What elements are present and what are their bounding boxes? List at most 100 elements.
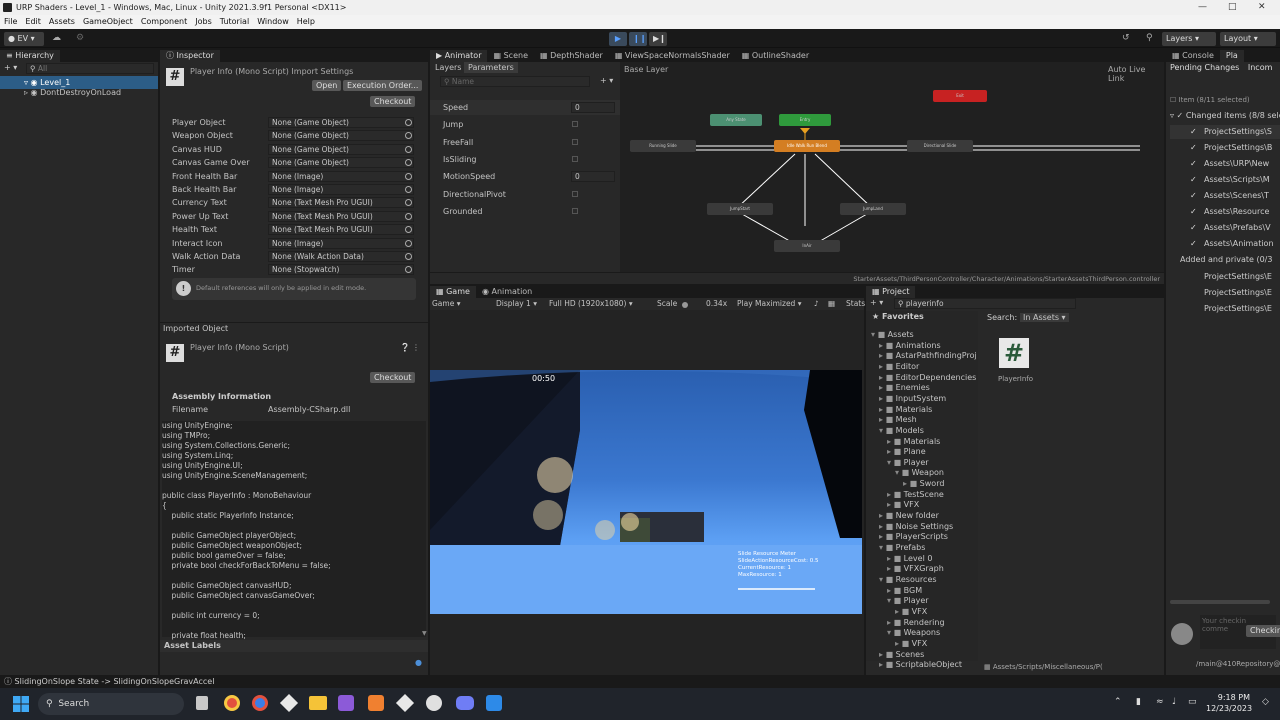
project-search[interactable]: ⚲ playerinfo	[894, 298, 1076, 309]
object-field[interactable]: None (Text Mesh Pro UGUI)	[268, 210, 414, 222]
collab-icon[interactable]: ⚙	[76, 33, 84, 43]
game-mode-dropdown[interactable]: Game ▾	[432, 298, 460, 310]
check-icon[interactable]: ✓	[1190, 157, 1197, 171]
pause-button[interactable]: ❙❙	[629, 32, 647, 46]
folder-item[interactable]: ▸ ■ Animations	[879, 341, 941, 352]
close-icon[interactable]: ✕	[1258, 0, 1266, 15]
folder-item[interactable]: ▾ ■ Assets	[871, 330, 914, 341]
pending-changes-tab[interactable]: Pending Changes	[1170, 63, 1239, 72]
notification-icon[interactable]: ◇	[1262, 697, 1269, 707]
object-picker-icon[interactable]	[405, 145, 412, 153]
layers-tab[interactable]: Layers	[435, 63, 461, 72]
node-exit[interactable]: Exit	[933, 90, 987, 102]
folder-item[interactable]: ▸ ■ BGM	[887, 586, 922, 597]
tab-viewspace[interactable]: ▦ ViewSpaceNormalsShader	[609, 50, 736, 62]
mute-icon[interactable]: ♪	[814, 298, 819, 310]
parameter-value[interactable]: 0	[571, 102, 615, 113]
folder-item[interactable]: ▾ ■ Prefabs	[879, 543, 925, 554]
folder-item[interactable]: ▸ ■ InputSystem	[879, 394, 946, 405]
folder-item[interactable]: ▸ ■ Mesh	[879, 415, 917, 426]
csharp-script-icon[interactable]: #	[999, 338, 1029, 368]
folder-item[interactable]: ▸ ■ Sword	[903, 479, 944, 490]
object-field[interactable]: None (Stopwatch)	[268, 264, 414, 276]
param-search[interactable]: ⚲ Name	[440, 76, 590, 87]
chrome-icon-2[interactable]	[252, 695, 268, 711]
tab-animation[interactable]: ◉ Animation	[476, 286, 538, 298]
tab-inspector[interactable]: ⓘ Inspector	[160, 50, 220, 62]
hierarchy-item-dontdestroy[interactable]: ▹ ◉ DontDestroyOnLoad	[0, 86, 158, 99]
account-button[interactable]: ● EV ▾	[4, 32, 44, 46]
parameter-checkbox[interactable]	[572, 207, 578, 214]
scale-slider[interactable]	[682, 302, 688, 308]
parameter-checkbox[interactable]	[572, 138, 578, 145]
parameter-row[interactable]: MotionSpeed 0	[430, 169, 620, 184]
folder-item[interactable]: ▸ ■ PlayerScripts	[879, 532, 948, 543]
parameter-checkbox[interactable]	[572, 155, 578, 162]
folder-item[interactable]: ▸ ■ Rendering	[887, 618, 945, 629]
object-field[interactable]: None (Game Object)	[268, 143, 414, 155]
discord-icon[interactable]	[456, 696, 474, 710]
parameter-checkbox[interactable]	[572, 121, 578, 128]
folder-item[interactable]: ▸ ■ VFX	[895, 639, 927, 650]
layers-dropdown[interactable]: Layers ▾	[1162, 32, 1216, 46]
h-scrollbar[interactable]	[1170, 600, 1270, 604]
visual-studio-icon[interactable]	[338, 695, 354, 711]
step-button[interactable]: ▶❙	[649, 32, 667, 46]
node-jumpstart[interactable]: JumpStart	[707, 203, 773, 215]
parameters-tab[interactable]: Parameters	[464, 62, 518, 73]
project-add-icon[interactable]: + ▾	[870, 298, 883, 307]
folder-item[interactable]: ▸ ■ Plane	[887, 447, 926, 458]
object-field[interactable]: None (Text Mesh Pro UGUI)	[268, 197, 414, 209]
check-icon[interactable]: ✓	[1190, 173, 1197, 187]
kebab-icon[interactable]: ⋮	[412, 343, 420, 352]
execution-order-button[interactable]: Execution Order...	[343, 80, 423, 91]
volume-icon[interactable]: ♩	[1172, 697, 1176, 707]
folder-item[interactable]: ▸ ■ Noise Settings	[879, 522, 953, 533]
label-icon[interactable]: ●	[415, 658, 422, 667]
object-field[interactable]: None (Game Object)	[268, 157, 414, 169]
parameter-checkbox[interactable]	[572, 190, 578, 197]
open-button[interactable]: Open	[312, 80, 342, 91]
folder-item[interactable]: ▾ ■ Models	[879, 426, 924, 437]
changed-header[interactable]: ▿ ✓ Changed items (8/8 sele	[1170, 111, 1280, 120]
changed-item[interactable]: ✓ Assets\Resource	[1170, 205, 1280, 219]
microphone-icon[interactable]: ▮	[1136, 697, 1141, 707]
tab-hierarchy[interactable]: ≡ Hierarchy	[0, 50, 60, 62]
parameter-row[interactable]: Speed 0	[430, 100, 620, 115]
tab-game[interactable]: ▦ Game	[430, 286, 476, 298]
check-icon[interactable]: ✓	[1190, 125, 1197, 139]
tab-outline[interactable]: ▦ OutlineShader	[736, 50, 815, 62]
object-field[interactable]: None (Image)	[268, 237, 414, 249]
wifi-icon[interactable]: ≈	[1156, 697, 1164, 707]
tab-plastic[interactable]: Pla	[1219, 50, 1244, 62]
added-header[interactable]: Added and private (0/3	[1180, 255, 1272, 264]
object-picker-icon[interactable]	[405, 239, 412, 247]
node-inair[interactable]: InAir	[774, 240, 840, 252]
parameter-row[interactable]: Grounded	[430, 204, 620, 219]
menu-component[interactable]: Component	[137, 15, 191, 29]
check-icon[interactable]: ✓	[1190, 189, 1197, 203]
folder-item[interactable]: ▸ ■ EditorDependencies	[879, 373, 976, 384]
display-dropdown[interactable]: Display 1 ▾	[496, 298, 537, 310]
parameter-row[interactable]: IsSliding	[430, 152, 620, 167]
maximize-icon[interactable]: □	[1228, 0, 1237, 15]
search-icon[interactable]: ⚲	[1146, 33, 1153, 43]
parameter-row[interactable]: Jump	[430, 117, 620, 132]
checkin-button[interactable]: Checkin	[1246, 625, 1280, 637]
node-running-slide[interactable]: Running Slide	[630, 140, 696, 152]
node-directional-slide[interactable]: Directional Slide	[907, 140, 973, 152]
node-entry[interactable]: Entry	[779, 114, 831, 126]
history-icon[interactable]: ↺	[1122, 33, 1130, 43]
scroll-down-icon[interactable]: ▼	[422, 630, 427, 637]
folder-item[interactable]: ▾ ■ Player	[887, 458, 929, 469]
menu-jobs[interactable]: Jobs	[191, 15, 216, 29]
incoming-tab[interactable]: Incom	[1248, 63, 1273, 72]
added-item[interactable]: ProjectSettings\E	[1170, 270, 1280, 284]
added-item[interactable]: ProjectSettings\E	[1170, 302, 1280, 316]
object-picker-icon[interactable]	[405, 186, 412, 193]
folder-item[interactable]: ▸ ■ Editor	[879, 362, 919, 373]
layout-dropdown[interactable]: Layout ▾	[1220, 32, 1276, 46]
folder-item[interactable]: ▾ ■ Player	[887, 596, 929, 607]
object-picker-icon[interactable]	[405, 172, 412, 180]
resolution-dropdown[interactable]: Full HD (1920x1080) ▾	[549, 298, 633, 310]
